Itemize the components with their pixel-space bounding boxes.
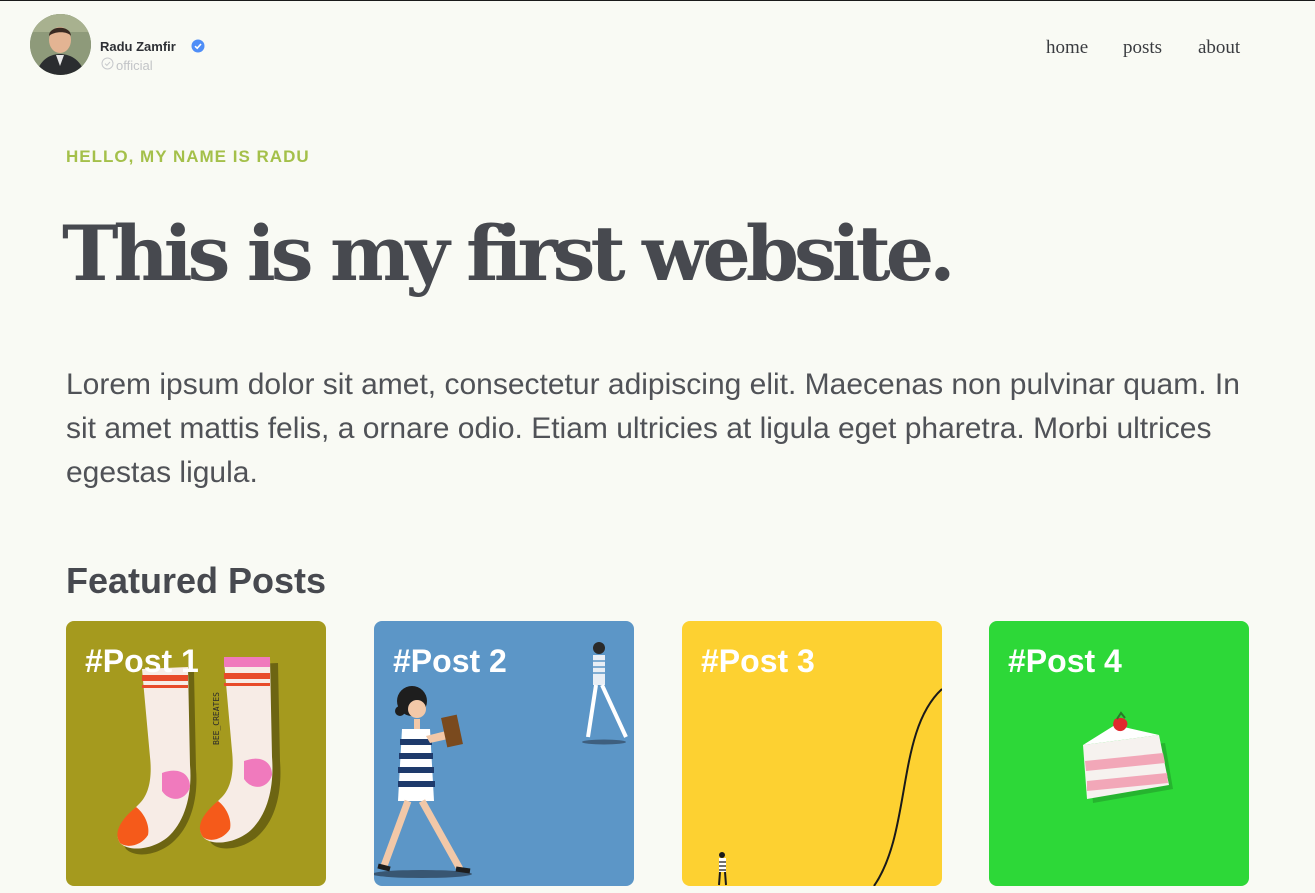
- site-header: Radu Zamfir official home posts about: [0, 1, 1315, 91]
- post-card-title: #Post 4: [1008, 643, 1122, 679]
- post-card-title: #Post 1: [85, 643, 199, 679]
- verified-badge-icon: [191, 39, 205, 53]
- author-tag: official: [116, 58, 153, 73]
- post-card-4[interactable]: #Post 4: [989, 621, 1249, 886]
- hero-intro: Lorem ipsum dolor sit amet, consectetur …: [66, 368, 1240, 489]
- nav-link-posts[interactable]: posts: [1123, 37, 1162, 59]
- socks-art-text: BEE_CREATES: [212, 692, 221, 745]
- nav-link-home[interactable]: home: [1046, 37, 1088, 59]
- post-card-title: #Post 2: [393, 643, 507, 679]
- hero-title: This is my first website.: [62, 209, 956, 298]
- post-card-2[interactable]: #Post 2: [374, 621, 634, 886]
- nav-link-about[interactable]: about: [1198, 37, 1240, 59]
- featured-posts-heading: Featured Posts: [66, 560, 327, 601]
- author-name: Radu Zamfir: [100, 39, 176, 54]
- hero-eyebrow: HELLO, MY NAME IS RADU: [66, 147, 310, 166]
- post-card-3[interactable]: #Post 3: [682, 621, 942, 886]
- check-circle-icon: [101, 57, 114, 70]
- post-card-1[interactable]: BEE_CREATES #Post 1: [66, 621, 326, 886]
- post-card-title: #Post 3: [701, 643, 815, 679]
- avatar[interactable]: [30, 14, 91, 75]
